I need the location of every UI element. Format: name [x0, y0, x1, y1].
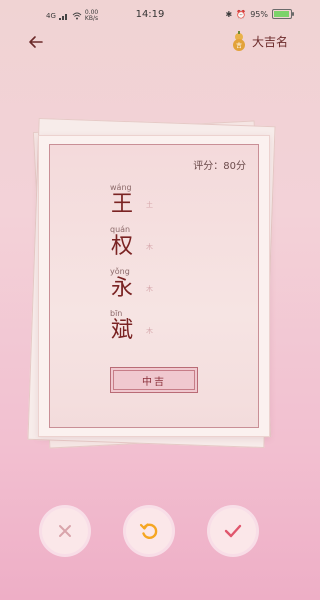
name-card-inner: 评分：80分 wáng 王 土 quán 权 木 yǒng 永 木 bīn 斌 … — [49, 144, 259, 428]
score-value: 80分 — [223, 161, 246, 172]
pinyin: yǒng — [110, 267, 130, 276]
element-tag: 土 — [146, 201, 153, 209]
close-icon — [59, 525, 71, 537]
char-block-4: bīn 斌 木 — [110, 309, 210, 351]
hanzi: 永 — [111, 276, 134, 301]
hanzi: 权 — [111, 234, 134, 259]
char-block-1: wáng 王 土 — [110, 183, 210, 225]
pinyin: quán — [110, 225, 131, 234]
back-arrow-icon[interactable] — [26, 32, 46, 52]
status-bar: 4G 0.00 KB/s 14:19 ✱ ⏰ 95% — [0, 0, 300, 30]
name-card[interactable]: 评分：80分 wáng 王 土 quán 权 木 yǒng 永 木 bīn 斌 … — [38, 135, 270, 437]
alarm-icon: ⏰ — [236, 9, 247, 19]
bluetooth-icon: ✱ — [225, 9, 233, 19]
element-tag: 木 — [146, 327, 153, 335]
pinyin: bīn — [110, 309, 123, 318]
char-block-3: yǒng 永 木 — [110, 267, 210, 309]
accept-button[interactable] — [210, 508, 256, 554]
brand-title: 大吉名 — [251, 34, 288, 49]
svg-text:吉: 吉 — [236, 43, 242, 50]
pinyin: wáng — [110, 183, 132, 192]
status-right: ✱ ⏰ 95% — [225, 9, 294, 19]
score-label: 评分： — [193, 161, 224, 172]
name-card-stack: 评分：80分 wáng 王 土 quán 权 木 yǒng 永 木 bīn 斌 … — [27, 117, 276, 450]
check-icon — [224, 524, 242, 538]
verdict-badge: 中吉 — [110, 367, 198, 393]
header: 吉 大吉名 — [0, 28, 300, 56]
reject-button[interactable] — [42, 508, 88, 554]
gourd-logo-icon: 吉 — [232, 31, 245, 51]
refresh-icon — [139, 523, 158, 539]
battery-icon — [272, 9, 294, 19]
score: 评分：80分 — [193, 157, 246, 172]
hanzi: 斌 — [111, 318, 134, 343]
battery-percent: 95% — [250, 9, 268, 19]
hanzi: 王 — [111, 192, 134, 217]
element-tag: 木 — [146, 285, 153, 293]
refresh-button[interactable] — [126, 508, 172, 554]
battery-fill — [274, 11, 289, 17]
char-block-2: quán 权 木 — [110, 225, 210, 267]
element-tag: 木 — [146, 243, 153, 251]
brand: 吉 大吉名 — [230, 30, 288, 52]
action-bar — [0, 508, 300, 558]
